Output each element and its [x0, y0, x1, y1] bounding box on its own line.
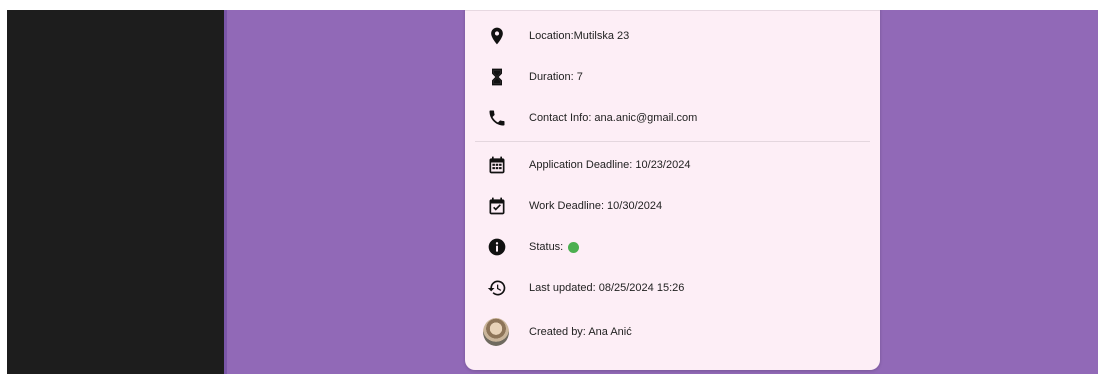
avatar[interactable]	[483, 318, 509, 346]
status-indicator	[568, 241, 580, 253]
created-by-text: Created by: Ana Anić	[529, 326, 632, 338]
section-divider	[475, 141, 870, 142]
application-deadline-text: Application Deadline: 10/23/2024	[529, 159, 691, 171]
job-details-card: Location:Mutilska 23 Duration: 7 Contact…	[465, 10, 880, 370]
history-icon	[485, 276, 509, 300]
calendar-icon	[485, 153, 509, 177]
location-pin-icon	[485, 24, 509, 48]
location-row: Location:Mutilska 23	[485, 24, 629, 48]
application-deadline-row: Application Deadline: 10/23/2024	[485, 153, 690, 177]
contact-row: Contact Info: ana.anic@gmail.com	[485, 106, 697, 130]
location-text: Location:Mutilska 23	[529, 30, 630, 42]
phone-icon	[485, 106, 509, 130]
status-row: Status:	[485, 235, 580, 259]
app-frame: Location:Mutilska 23 Duration: 7 Contact…	[7, 10, 1098, 374]
side-panel	[7, 10, 224, 374]
created-by-row: Created by: Ana Anić	[483, 318, 632, 346]
hourglass-icon	[485, 65, 509, 89]
top-divider	[465, 10, 880, 11]
status-text: Status:	[529, 241, 564, 253]
duration-text: Duration: 7	[529, 71, 583, 83]
contact-text: Contact Info: ana.anic@gmail.com	[529, 112, 698, 124]
status-label: Status:	[529, 241, 580, 253]
calendar-check-icon	[485, 194, 509, 218]
creator-avatar-wrap	[483, 318, 509, 346]
info-icon	[485, 235, 509, 259]
last-updated-row: Last updated: 08/25/2024 15:26	[485, 276, 684, 300]
work-deadline-row: Work Deadline: 10/30/2024	[485, 194, 662, 218]
duration-row: Duration: 7	[485, 65, 583, 89]
work-deadline-text: Work Deadline: 10/30/2024	[529, 200, 663, 212]
last-updated-text: Last updated: 08/25/2024 15:26	[529, 282, 685, 294]
